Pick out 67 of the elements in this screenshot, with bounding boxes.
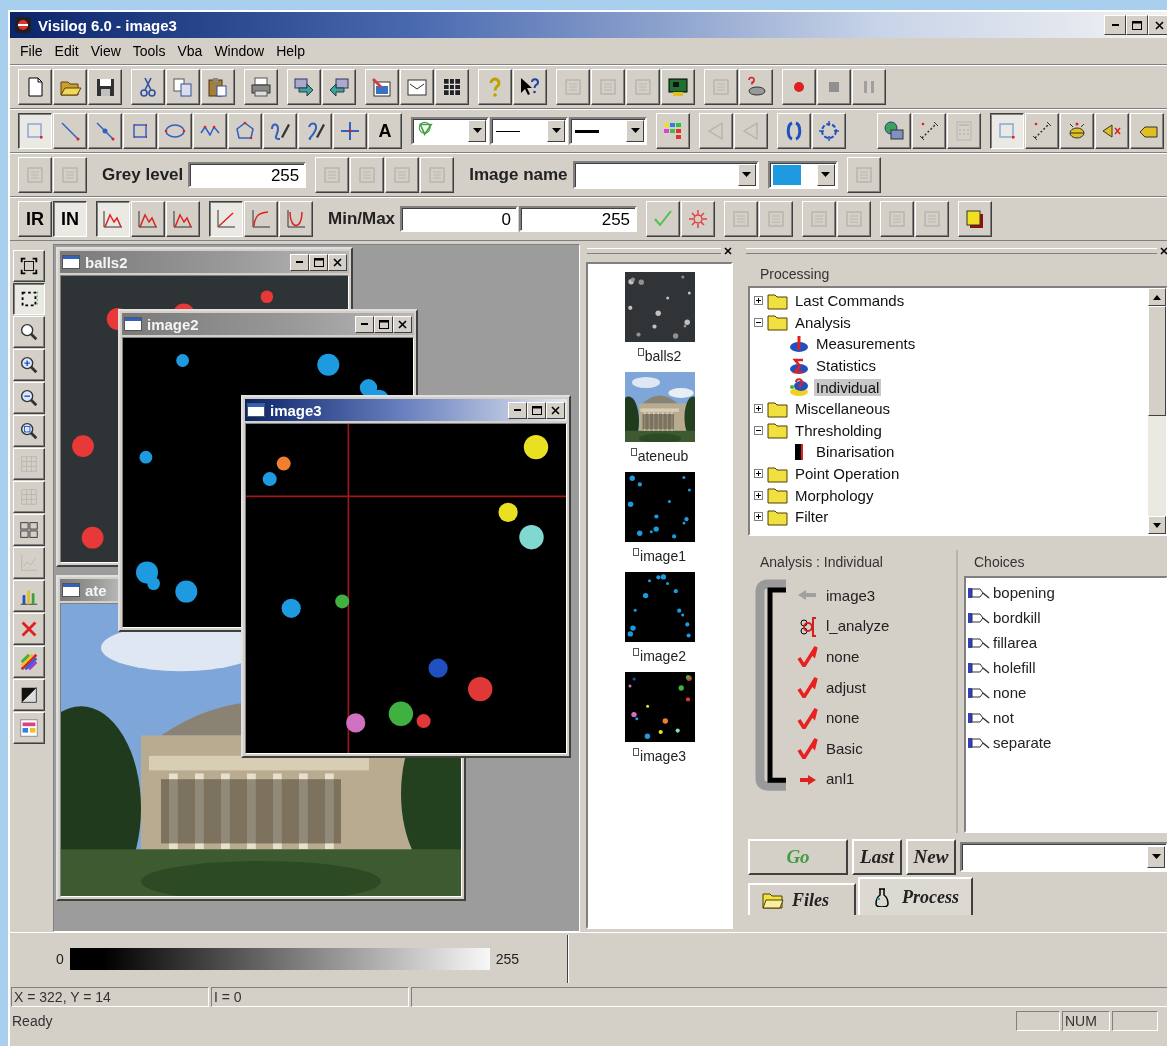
window-title: ate xyxy=(85,581,108,599)
tree-item[interactable]: Last Commands xyxy=(793,292,907,310)
choice-item[interactable]: none xyxy=(993,684,1027,701)
number-field[interactable]: 0 xyxy=(400,206,519,232)
menu-item[interactable]: Tools xyxy=(126,41,172,61)
section-label: Choices xyxy=(973,553,1026,572)
action-button[interactable]: Last xyxy=(852,839,902,875)
parameter-label[interactable]: Basic xyxy=(826,739,863,757)
thumbnail-label[interactable]: ateneub xyxy=(637,448,689,464)
field-label: Grey level xyxy=(101,165,185,185)
thumbnail-label[interactable]: image3 xyxy=(640,748,686,764)
field-label: Image name xyxy=(468,165,569,185)
tree-item[interactable]: Analysis xyxy=(793,313,853,331)
tree-item[interactable]: Measurements xyxy=(814,335,918,353)
choice-item[interactable]: separate xyxy=(993,734,1052,751)
choice-item[interactable]: fillarea xyxy=(993,634,1038,651)
scale-max-label: 255 xyxy=(494,951,521,967)
menu-item[interactable]: Window xyxy=(208,41,271,61)
tree-item[interactable]: Thresholding xyxy=(793,421,884,439)
section-label: Processing xyxy=(759,265,831,284)
status-text: NUM xyxy=(1062,1011,1110,1031)
tree-item[interactable]: Morphology xyxy=(793,486,876,504)
parameter-label[interactable]: image3 xyxy=(826,586,876,604)
choice-item[interactable]: bopening xyxy=(993,584,1055,601)
menu-item[interactable]: Vba xyxy=(171,41,209,61)
parameter-label[interactable]: none xyxy=(826,648,860,665)
menu-item[interactable]: Edit xyxy=(48,41,85,61)
status-text: I = 0 xyxy=(211,987,409,1007)
window-title: image3 xyxy=(270,401,323,419)
thumbnail-label[interactable]: balls2 xyxy=(644,348,682,364)
tree-item[interactable]: Binarisation xyxy=(814,443,897,461)
tree-item[interactable]: Point Operation xyxy=(793,465,902,483)
choice-item[interactable]: bordkill xyxy=(993,609,1041,626)
parameter-label[interactable]: none xyxy=(826,709,860,727)
window-title: Visilog 6.0 - image3 xyxy=(38,16,178,34)
status-text: X = 322, Y = 14 xyxy=(11,987,209,1007)
menu-item[interactable]: Help xyxy=(270,41,311,61)
scale-min-label: 0 xyxy=(55,951,65,967)
tab[interactable]: Files xyxy=(748,883,856,915)
window-title-bar[interactable]: image3 xyxy=(245,399,567,421)
window-title: image2 xyxy=(147,315,200,333)
tab-label: Process xyxy=(902,886,959,908)
tab[interactable]: Process xyxy=(858,877,973,915)
menu-item[interactable]: View xyxy=(84,41,127,61)
choice-item[interactable]: holefill xyxy=(993,659,1036,676)
tree-item[interactable]: Miscellaneous xyxy=(793,400,893,418)
number-field[interactable]: 255 xyxy=(188,162,307,188)
tree-item[interactable]: Filter xyxy=(793,508,831,526)
toolbar-button[interactable]: IN xyxy=(53,201,87,237)
thumbnail-label[interactable]: image1 xyxy=(640,548,686,564)
toolbar-button[interactable]: A xyxy=(368,113,402,149)
parameter-label[interactable]: l_analyze xyxy=(826,617,890,635)
window-title: balls2 xyxy=(85,253,129,271)
choice-item[interactable]: not xyxy=(993,709,1014,726)
tree-item[interactable]: Individual xyxy=(814,378,882,396)
toolbar-button[interactable]: IR xyxy=(18,201,52,237)
thumbnail-label[interactable]: image2 xyxy=(640,648,686,664)
tree-item[interactable]: Statistics xyxy=(814,357,878,375)
parameter-label[interactable]: adjust xyxy=(826,678,867,696)
parameter-label[interactable]: anl1 xyxy=(826,770,855,788)
tab-label: Files xyxy=(792,889,829,911)
number-field[interactable]: 255 xyxy=(519,206,638,232)
menu-item[interactable]: File xyxy=(14,41,49,61)
action-button[interactable]: New xyxy=(906,839,956,875)
status-text: Ready xyxy=(11,1013,54,1029)
section-label: Analysis : Individual xyxy=(759,553,884,572)
field-label: Min/Max xyxy=(327,209,397,229)
